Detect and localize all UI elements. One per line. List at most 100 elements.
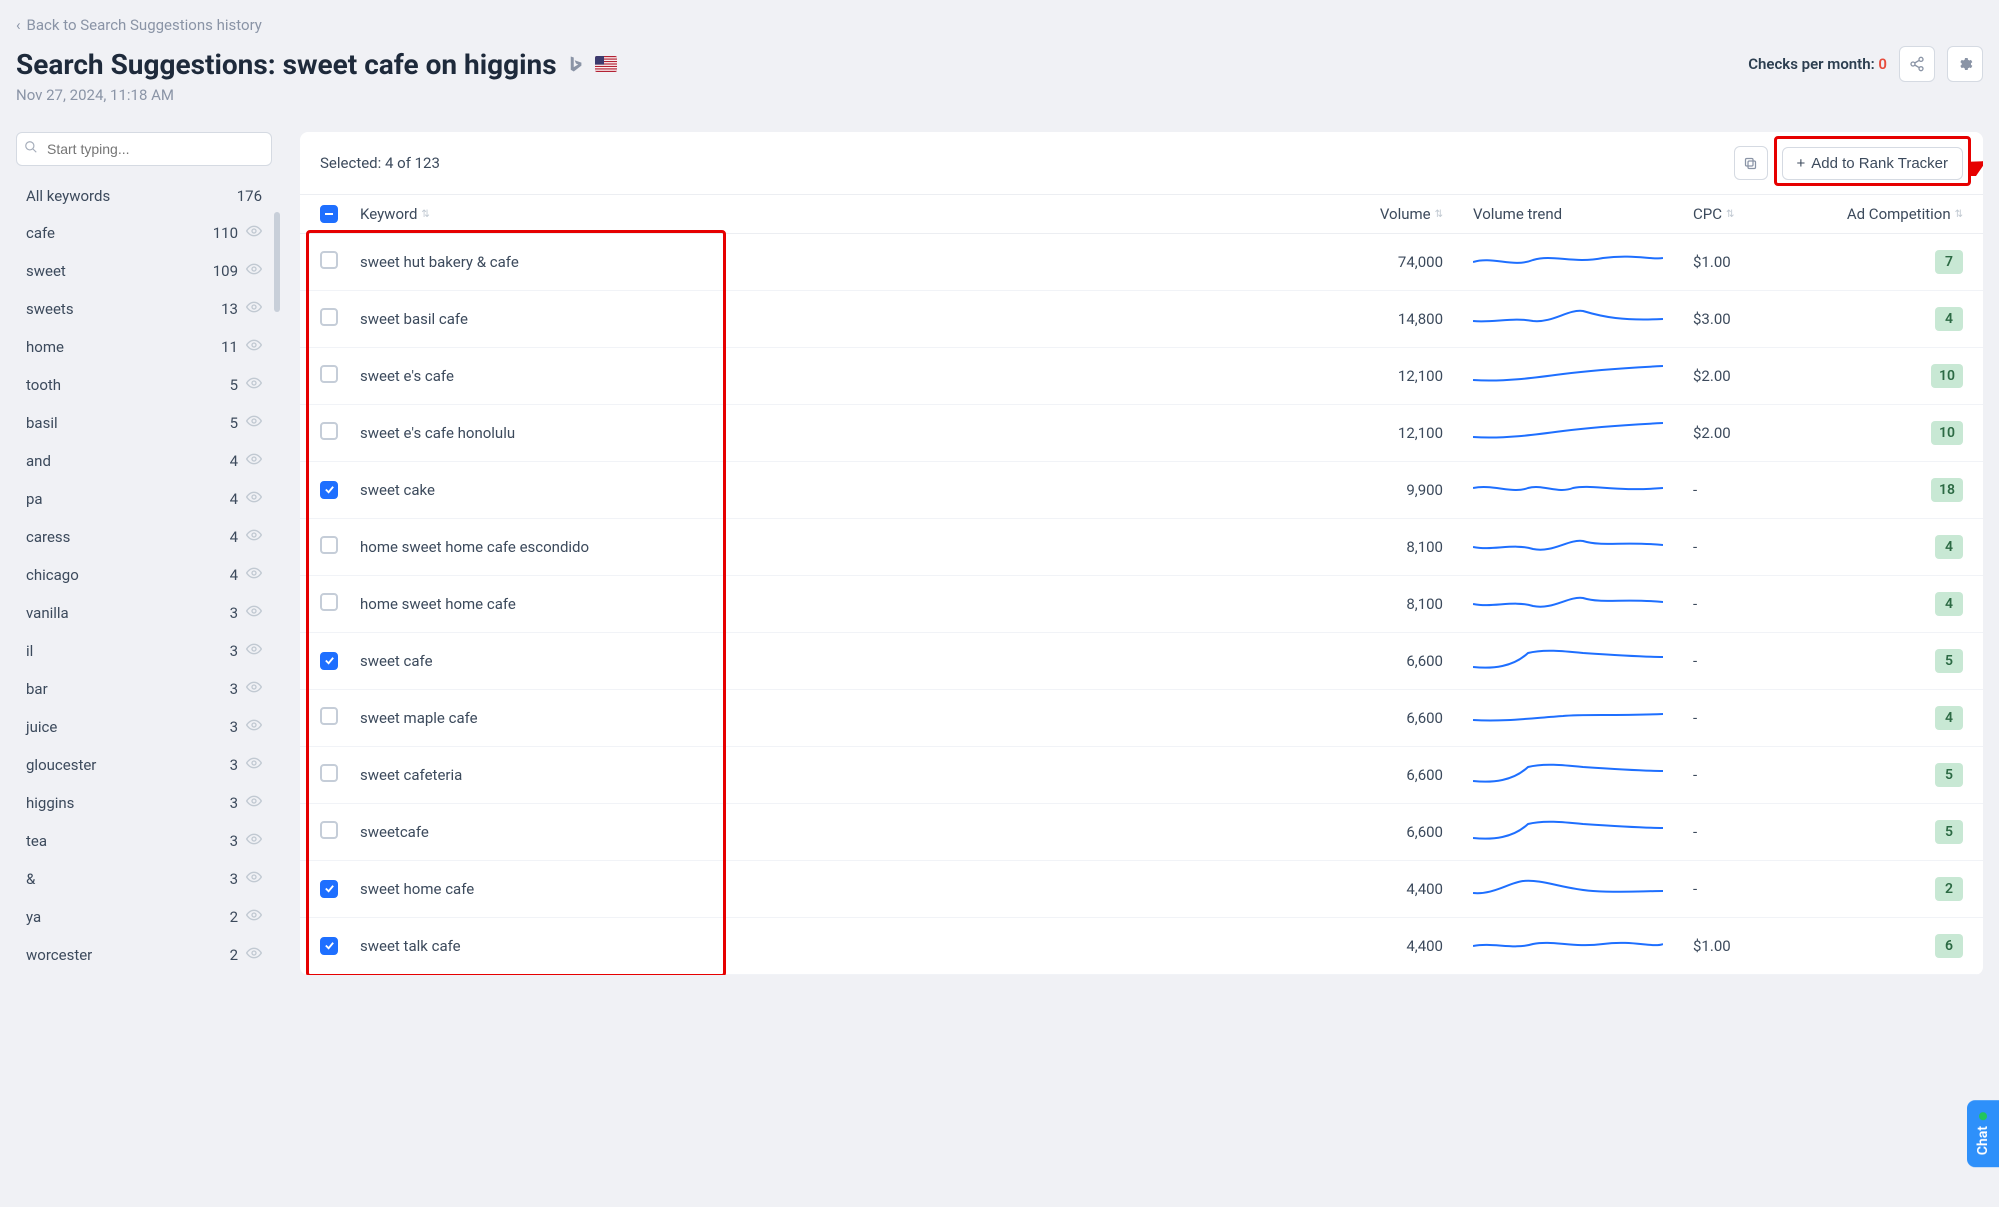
row-checkbox[interactable] <box>320 821 338 839</box>
cell-keyword[interactable]: sweet cafe <box>360 652 1323 670</box>
table-row: sweet cafe6,600-5 <box>300 633 1983 690</box>
cell-volume: 8,100 <box>1323 595 1473 613</box>
row-checkbox[interactable] <box>320 251 338 269</box>
cell-cpc: $3.00 <box>1693 310 1823 328</box>
table-row: sweet maple cafe6,600-4 <box>300 690 1983 747</box>
eye-icon[interactable] <box>246 413 262 433</box>
sidebar-item[interactable]: sweet109 <box>16 252 272 290</box>
eye-icon[interactable] <box>246 223 262 243</box>
cell-cpc: - <box>1693 766 1823 784</box>
eye-icon[interactable] <box>246 755 262 775</box>
column-header-keyword[interactable]: Keyword⇅ <box>360 205 1323 223</box>
settings-button[interactable] <box>1947 46 1983 82</box>
sidebar-item[interactable]: home11 <box>16 328 272 366</box>
sidebar-item[interactable]: pa4 <box>16 480 272 518</box>
search-icon <box>24 140 38 158</box>
eye-icon[interactable] <box>246 489 262 509</box>
add-to-rank-tracker-button[interactable]: + Add to Rank Tracker <box>1782 147 1964 180</box>
sidebar-item[interactable]: il3 <box>16 632 272 670</box>
cell-volume: 74,000 <box>1323 253 1473 271</box>
sidebar-item[interactable]: juice3 <box>16 708 272 746</box>
cell-keyword[interactable]: sweet basil cafe <box>360 310 1323 328</box>
keyword-search-input[interactable] <box>16 132 272 166</box>
sidebar-scrollbar[interactable] <box>274 212 280 632</box>
row-checkbox[interactable] <box>320 937 338 955</box>
eye-icon[interactable] <box>246 869 262 889</box>
eye-icon[interactable] <box>246 717 262 737</box>
back-link[interactable]: ‹ Back to Search Suggestions history <box>16 16 262 34</box>
eye-icon[interactable] <box>246 299 262 319</box>
cell-keyword[interactable]: home sweet home cafe escondido <box>360 538 1323 556</box>
eye-icon[interactable] <box>246 375 262 395</box>
sidebar-item[interactable]: gloucester3 <box>16 746 272 784</box>
cell-volume: 12,100 <box>1323 424 1473 442</box>
select-all-checkbox[interactable] <box>320 205 338 223</box>
cell-keyword[interactable]: sweet cake <box>360 481 1323 499</box>
cell-keyword[interactable]: home sweet home cafe <box>360 595 1323 613</box>
eye-icon[interactable] <box>246 831 262 851</box>
cell-keyword[interactable]: sweet cafeteria <box>360 766 1323 784</box>
eye-icon[interactable] <box>246 793 262 813</box>
sidebar-item[interactable]: vanilla3 <box>16 594 272 632</box>
sidebar-item[interactable]: ya2 <box>16 898 272 936</box>
cell-cpc: - <box>1693 481 1823 499</box>
eye-icon[interactable] <box>246 261 262 281</box>
sidebar-item[interactable]: tooth5 <box>16 366 272 404</box>
row-checkbox[interactable] <box>320 880 338 898</box>
row-checkbox[interactable] <box>320 481 338 499</box>
row-checkbox[interactable] <box>320 652 338 670</box>
row-checkbox[interactable] <box>320 536 338 554</box>
eye-icon[interactable] <box>246 451 262 471</box>
eye-icon[interactable] <box>246 527 262 547</box>
eye-icon[interactable] <box>246 641 262 661</box>
sidebar-item[interactable]: &3 <box>16 860 272 898</box>
sidebar-item[interactable]: chicago4 <box>16 556 272 594</box>
row-checkbox[interactable] <box>320 422 338 440</box>
sidebar-item[interactable]: higgins3 <box>16 784 272 822</box>
cell-volume: 6,600 <box>1323 766 1473 784</box>
cell-keyword[interactable]: sweet talk cafe <box>360 937 1323 955</box>
cell-keyword[interactable]: sweet e's cafe <box>360 367 1323 385</box>
cell-volume: 9,900 <box>1323 481 1473 499</box>
eye-icon[interactable] <box>246 907 262 927</box>
column-header-volume[interactable]: Volume⇅ <box>1323 205 1473 223</box>
sidebar-item[interactable]: basil5 <box>16 404 272 442</box>
cell-ad-competition: 4 <box>1823 592 1963 616</box>
row-checkbox[interactable] <box>320 707 338 725</box>
row-checkbox[interactable] <box>320 308 338 326</box>
column-header-cpc[interactable]: CPC⇅ <box>1693 205 1823 223</box>
sort-icon: ⇅ <box>1435 209 1443 220</box>
cell-trend <box>1473 360 1693 392</box>
sidebar-item-all[interactable]: All keywords 176 <box>16 178 272 214</box>
share-button[interactable] <box>1899 46 1935 82</box>
cell-keyword[interactable]: sweetcafe <box>360 823 1323 841</box>
copy-button[interactable] <box>1734 146 1768 180</box>
sidebar-item[interactable]: sweets13 <box>16 290 272 328</box>
row-checkbox[interactable] <box>320 593 338 611</box>
eye-icon[interactable] <box>246 603 262 623</box>
sidebar-item[interactable]: cafe110 <box>16 214 272 252</box>
row-checkbox[interactable] <box>320 764 338 782</box>
cell-keyword[interactable]: sweet maple cafe <box>360 709 1323 727</box>
eye-icon[interactable] <box>246 679 262 699</box>
sidebar-item[interactable]: and4 <box>16 442 272 480</box>
eye-icon[interactable] <box>246 945 262 965</box>
table-row: home sweet home cafe8,100-4 <box>300 576 1983 633</box>
eye-icon[interactable] <box>246 565 262 585</box>
sidebar-item[interactable]: caress4 <box>16 518 272 556</box>
chat-button[interactable]: Chat <box>1967 1100 1999 1167</box>
cell-keyword[interactable]: sweet hut bakery & cafe <box>360 253 1323 271</box>
results-panel: Selected: 4 of 123 + Add to Rank Tracker <box>300 132 1983 975</box>
table-row: sweet hut bakery & cafe74,000$1.007 <box>300 234 1983 291</box>
eye-icon[interactable] <box>246 337 262 357</box>
sidebar-item[interactable]: bar3 <box>16 670 272 708</box>
column-header-ad-competition[interactable]: Ad Competition⇅ <box>1823 205 1963 223</box>
cell-volume: 8,100 <box>1323 538 1473 556</box>
cell-keyword[interactable]: sweet e's cafe honolulu <box>360 424 1323 442</box>
cell-keyword[interactable]: sweet home cafe <box>360 880 1323 898</box>
sidebar-item[interactable]: tea3 <box>16 822 272 860</box>
row-checkbox[interactable] <box>320 365 338 383</box>
cell-ad-competition: 4 <box>1823 307 1963 331</box>
sidebar-item[interactable]: worcester2 <box>16 936 272 974</box>
sort-icon: ⇅ <box>1726 209 1734 220</box>
